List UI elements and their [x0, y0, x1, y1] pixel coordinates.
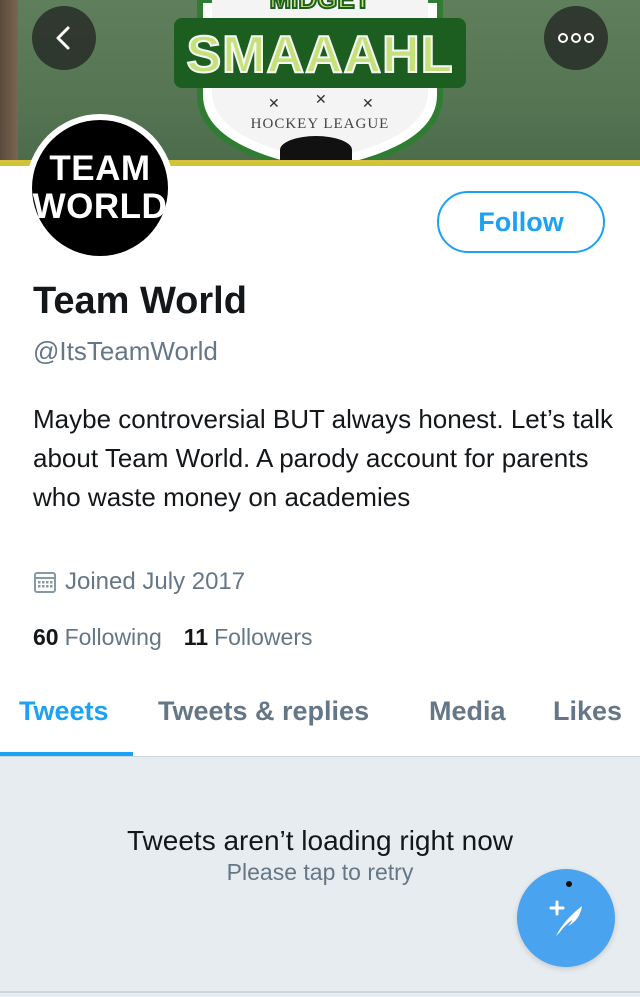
profile-tabs: Tweets Tweets & replies Media Likes — [0, 682, 640, 757]
league-logo: MIDGET SMAAAHL ✕ ✕ ✕ HOCKEY LEAGUE — [174, 0, 466, 166]
joined-date: Joined July 2017 — [33, 568, 245, 596]
logo-title-text: SMAAAHL — [187, 26, 454, 84]
compose-tweet-icon — [549, 900, 582, 936]
chevron-left-icon — [56, 26, 70, 50]
timeline-error-title: Tweets aren’t loading right now — [127, 825, 513, 856]
calendar-icon — [34, 572, 56, 593]
tab-likes[interactable]: Likes — [553, 696, 622, 727]
followers-link[interactable]: 11 Followers — [184, 624, 313, 651]
active-tab-indicator — [0, 752, 133, 756]
avatar[interactable]: TEAM WORLD — [26, 114, 174, 262]
avatar-text-line1: TEAM — [49, 149, 151, 188]
tab-media[interactable]: Media — [429, 696, 506, 727]
avatar-image: TEAM WORLD — [32, 120, 168, 256]
followers-label: Followers — [214, 624, 313, 650]
logo-star: ✕ — [362, 95, 374, 111]
tab-tweets-and-replies[interactable]: Tweets & replies — [158, 696, 369, 727]
back-button[interactable] — [32, 6, 96, 70]
profile-stats: 60 Following 11 Followers — [33, 624, 335, 651]
notification-dot — [566, 881, 572, 887]
logo-star: ✕ — [268, 95, 280, 111]
more-options-button[interactable] — [544, 6, 608, 70]
bottom-divider — [0, 991, 640, 993]
profile-name: Team World — [33, 280, 247, 322]
following-label: Following — [64, 624, 162, 650]
profile-bio: Maybe controversial BUT always honest. L… — [33, 404, 613, 512]
logo-subtitle-text: HOCKEY LEAGUE — [251, 116, 390, 132]
following-count: 60 — [33, 624, 59, 650]
avatar-text-line2: WORLD — [32, 187, 168, 226]
more-dots-icon — [558, 33, 594, 43]
following-link[interactable]: 60 Following — [33, 624, 162, 651]
logo-star: ✕ — [315, 91, 327, 107]
profile-handle: @ItsTeamWorld — [33, 336, 218, 366]
tab-tweets[interactable]: Tweets — [19, 696, 109, 727]
follow-button[interactable]: Follow — [437, 191, 605, 253]
logo-top-text: MIDGET — [269, 0, 370, 14]
banner-backdrop — [0, 0, 18, 166]
followers-count: 11 — [183, 624, 209, 650]
joined-text: Joined July 2017 — [65, 568, 246, 595]
